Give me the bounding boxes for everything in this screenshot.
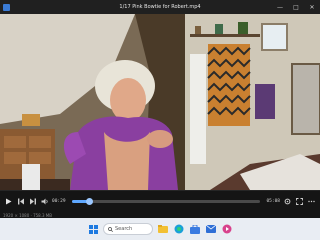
close-icon: ✕ bbox=[309, 3, 315, 11]
window-right bbox=[261, 23, 288, 51]
start-button[interactable] bbox=[87, 223, 99, 235]
skip-forward-icon bbox=[29, 198, 36, 205]
search-placeholder: Search bbox=[115, 226, 133, 232]
settings-button[interactable] bbox=[283, 197, 292, 206]
skip-back-button[interactable] bbox=[16, 197, 25, 206]
taskbar-browser[interactable] bbox=[173, 223, 185, 235]
drawer bbox=[29, 152, 51, 164]
taskbar: Search bbox=[0, 218, 320, 240]
volume-button[interactable] bbox=[40, 197, 49, 206]
playback-controls: 00:29 05:08 bbox=[0, 190, 320, 212]
stand bbox=[22, 164, 40, 190]
more-icon bbox=[308, 200, 315, 203]
seek-bar[interactable] bbox=[71, 198, 261, 205]
settings-icon bbox=[284, 198, 291, 205]
app-icon bbox=[3, 3, 10, 11]
face bbox=[110, 78, 146, 122]
more-button[interactable] bbox=[307, 197, 316, 206]
drawer bbox=[4, 136, 26, 148]
file-info: 1920 × 1080 · 758.3 MB bbox=[3, 212, 52, 218]
minimize-button[interactable]: — bbox=[272, 0, 288, 14]
taskbar-search[interactable]: Search bbox=[103, 223, 153, 235]
fullscreen-icon bbox=[296, 198, 303, 205]
total-time: 05:08 bbox=[266, 199, 280, 204]
play-button[interactable] bbox=[4, 197, 13, 206]
media-player-icon bbox=[222, 224, 232, 234]
window-title: 1/17 Pink Bowtie for Robert.mp4 bbox=[119, 4, 201, 10]
store-icon bbox=[190, 224, 200, 234]
video-scene bbox=[0, 14, 320, 190]
lamp-shade bbox=[22, 114, 40, 126]
shelf bbox=[190, 34, 260, 37]
volume-icon bbox=[41, 198, 48, 205]
play-icon bbox=[6, 198, 12, 205]
skip-back-icon bbox=[17, 198, 24, 205]
media-player-window: 1/17 Pink Bowtie for Robert.mp4 — □ ✕ 00… bbox=[0, 0, 320, 240]
white-door bbox=[190, 54, 206, 164]
drawer bbox=[29, 136, 51, 148]
maximize-button[interactable]: □ bbox=[288, 0, 304, 14]
title-bar[interactable]: 1/17 Pink Bowtie for Robert.mp4 — □ ✕ bbox=[0, 0, 320, 14]
close-button[interactable]: ✕ bbox=[304, 0, 320, 14]
taskbar-file-explorer[interactable] bbox=[157, 223, 169, 235]
title-bar-left bbox=[0, 3, 60, 11]
taskbar-mail[interactable] bbox=[205, 223, 217, 235]
mirror bbox=[291, 63, 320, 135]
video-frame[interactable] bbox=[0, 14, 320, 190]
purple-chair bbox=[255, 84, 275, 119]
browser-icon bbox=[174, 224, 184, 234]
taskbar-store[interactable] bbox=[189, 223, 201, 235]
seek-thumb[interactable] bbox=[86, 198, 94, 205]
file-explorer-icon bbox=[158, 225, 168, 233]
minimize-icon: — bbox=[277, 3, 283, 11]
taskbar-media-player[interactable] bbox=[221, 223, 233, 235]
drawer bbox=[4, 152, 26, 164]
shelf-item bbox=[195, 26, 201, 34]
plant bbox=[238, 22, 248, 34]
current-time: 00:29 bbox=[52, 199, 66, 204]
window-controls: — □ ✕ bbox=[260, 0, 320, 14]
shelf-item bbox=[215, 24, 223, 34]
skip-forward-button[interactable] bbox=[28, 197, 37, 206]
fullscreen-button[interactable] bbox=[295, 197, 304, 206]
windows-start-icon bbox=[88, 224, 98, 234]
hand bbox=[147, 130, 173, 148]
mail-icon bbox=[206, 225, 216, 233]
search-icon bbox=[108, 226, 113, 232]
maximize-icon: □ bbox=[293, 3, 299, 11]
